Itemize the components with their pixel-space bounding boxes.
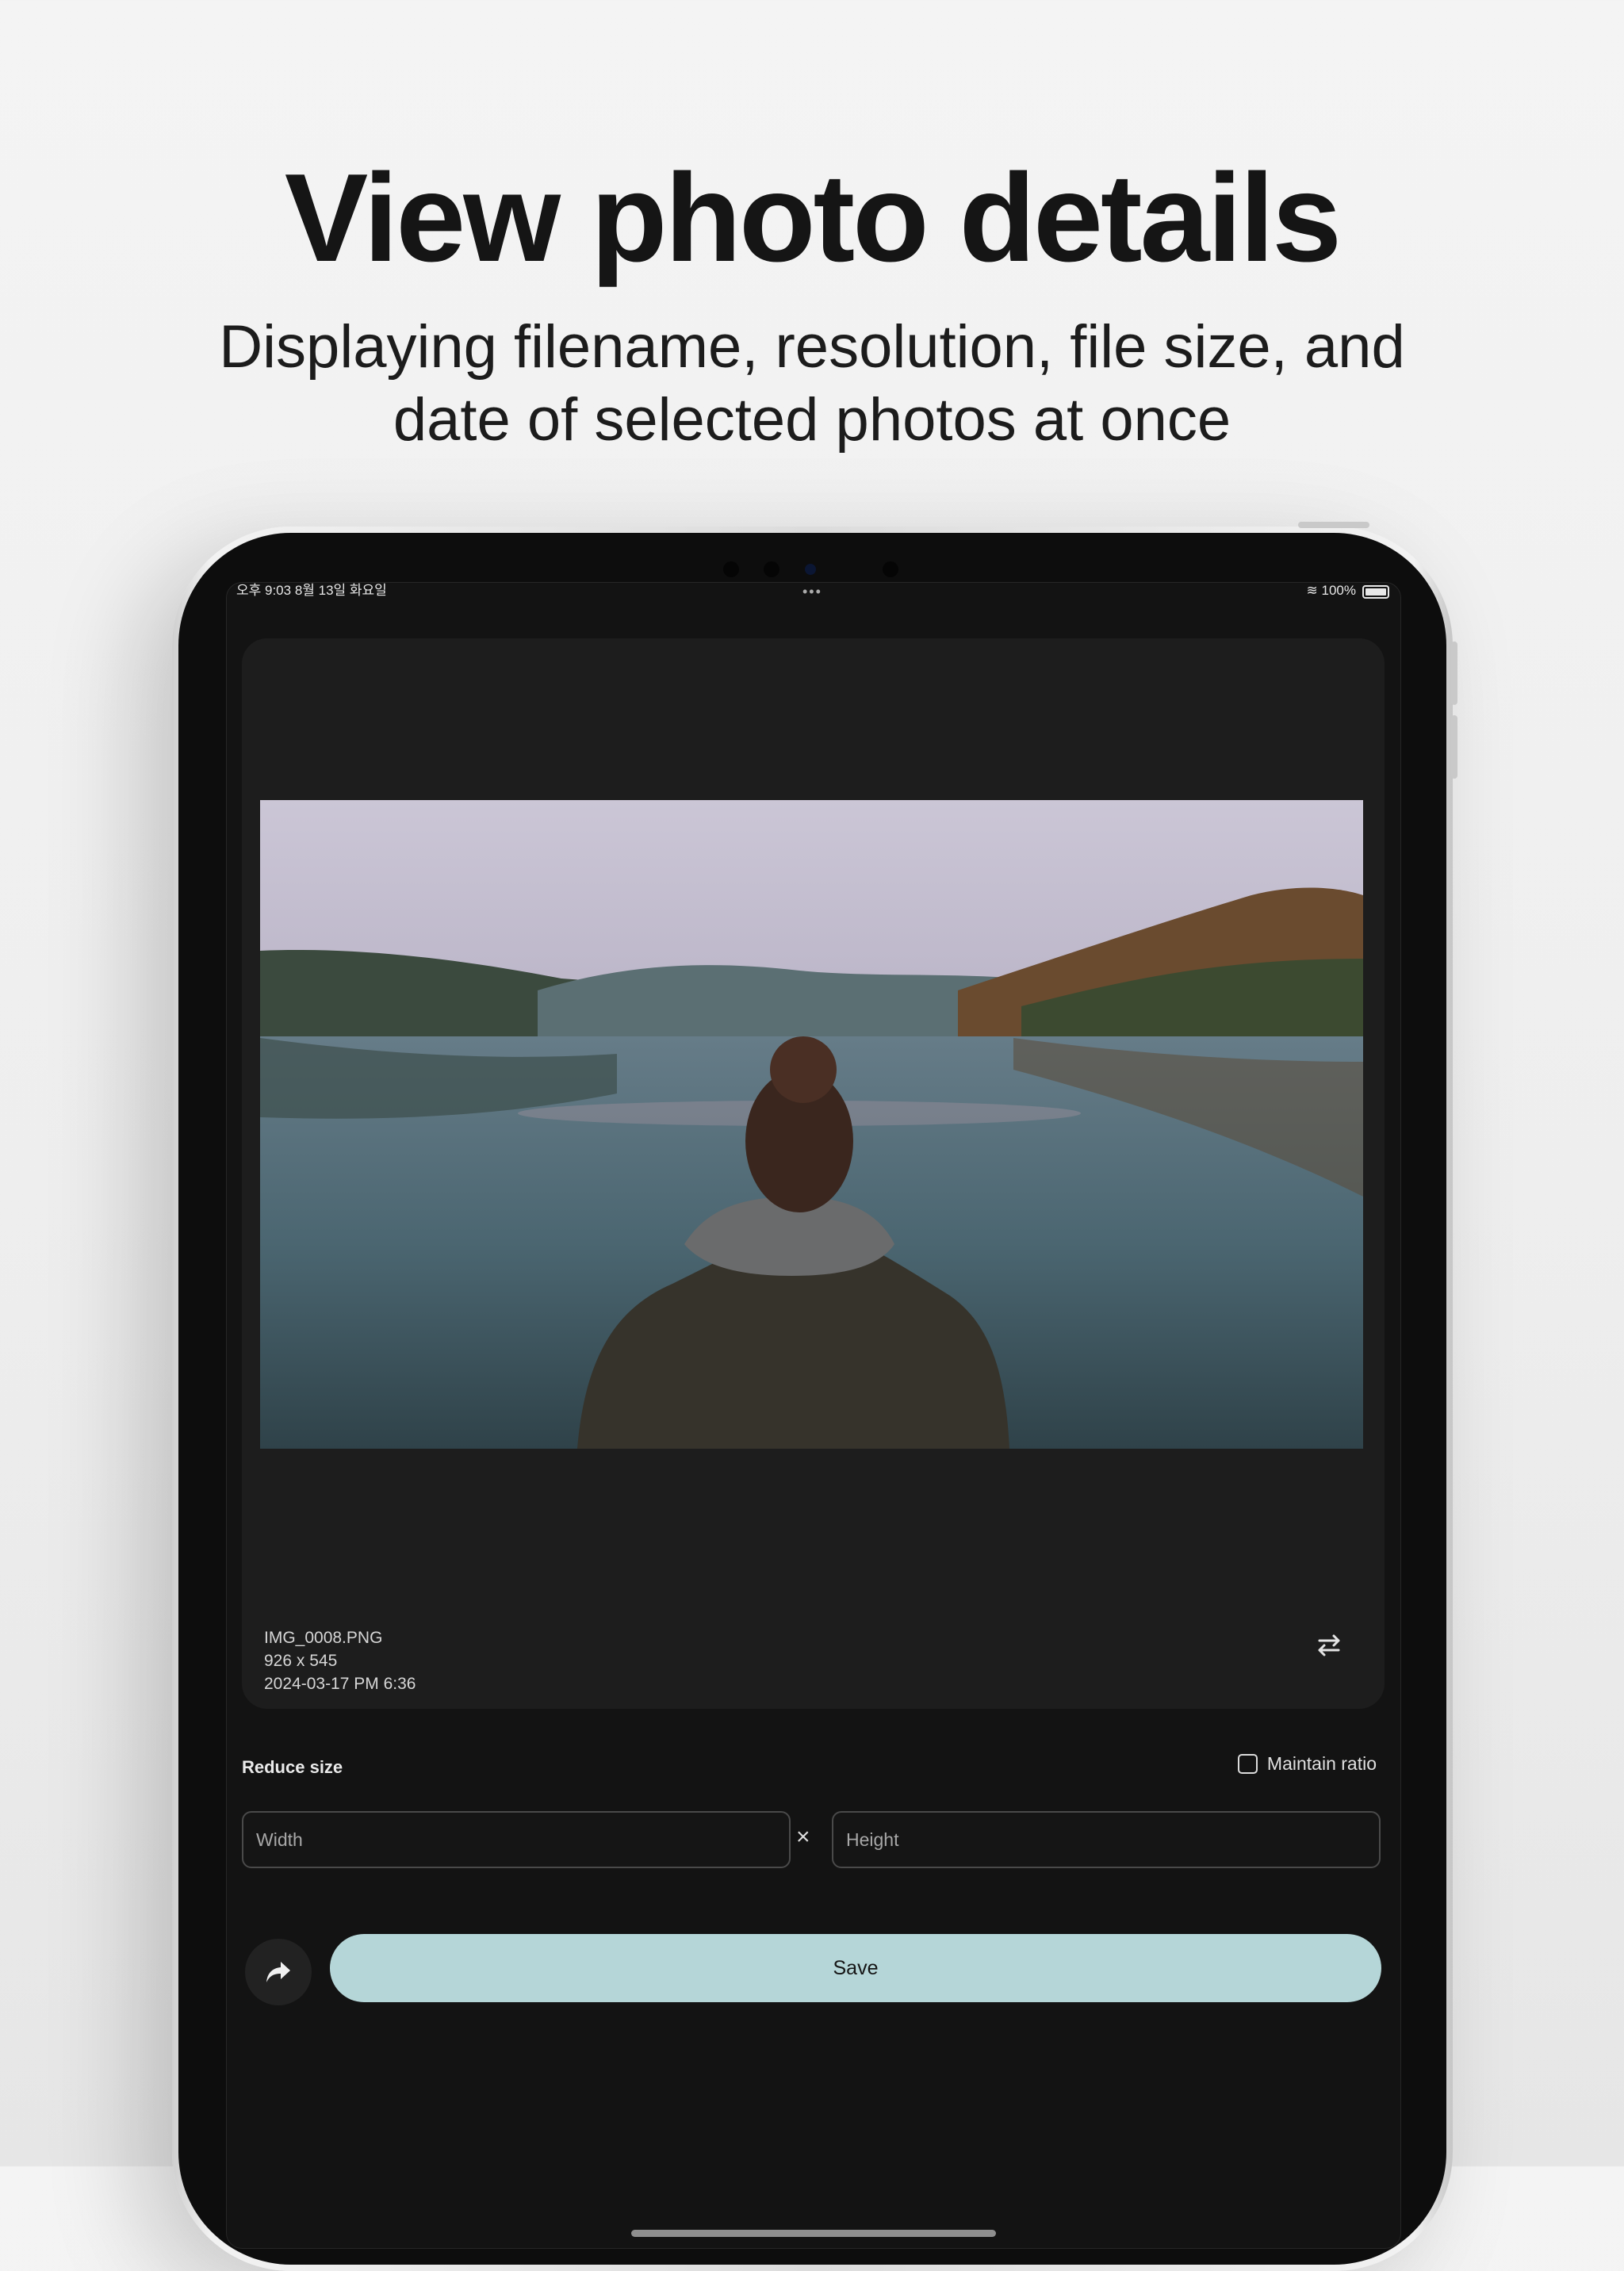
subheadline: Displaying filename, resolution, file si… xyxy=(0,311,1624,457)
landscape-photo-illustration xyxy=(260,800,1363,1449)
checkbox-icon[interactable] xyxy=(1237,1754,1258,1774)
status-time-date: 오후 9:03 8월 13일 화요일 xyxy=(236,583,387,598)
height-input[interactable]: Height xyxy=(832,1811,1381,1868)
share-button[interactable] xyxy=(245,1939,312,2005)
subheadline-line-2: date of selected photos at once xyxy=(393,386,1231,454)
status-battery-percent: ≋ 100% xyxy=(1306,583,1356,598)
tablet-device-frame: 오후 9:03 8월 13일 화요일 ••• ≋ 100% IMG_0008.P… xyxy=(172,522,1457,2271)
app-screen: 오후 9:03 8월 13일 화요일 ••• ≋ 100% IMG_0008.P… xyxy=(226,582,1401,2249)
swap-arrows-icon[interactable] xyxy=(1313,1630,1345,1661)
photo-metadata: IMG_0008.PNG 926 x 545 2024-03-17 PM 6:3… xyxy=(264,1626,416,1695)
top-button xyxy=(1298,522,1369,528)
volume-down-button xyxy=(1451,715,1457,779)
maintain-ratio-label: Maintain ratio xyxy=(1266,1753,1377,1774)
front-camera xyxy=(805,564,816,575)
device-bezel: 오후 9:03 8월 13일 화요일 ••• ≋ 100% IMG_0008.P… xyxy=(178,533,1446,2265)
volume-up-button xyxy=(1451,641,1457,705)
reduce-size-label: Reduce size xyxy=(242,1757,343,1777)
photo-preview-image[interactable] xyxy=(260,800,1363,1449)
wifi-icon: ≋ xyxy=(1306,583,1322,598)
sensor-dot xyxy=(883,561,898,577)
photo-preview-card: IMG_0008.PNG 926 x 545 2024-03-17 PM 6:3… xyxy=(242,638,1385,1709)
dimension-separator: × xyxy=(796,1824,810,1850)
maintain-ratio-checkbox[interactable]: Maintain ratio xyxy=(1237,1753,1377,1775)
headline: View photo details xyxy=(284,148,1342,288)
subheadline-line-1: Displaying filename, resolution, file si… xyxy=(219,313,1405,381)
sensor-dot xyxy=(723,561,739,577)
sensor-dot xyxy=(764,561,779,577)
photo-date: 2024-03-17 PM 6:36 xyxy=(264,1675,416,1693)
width-input[interactable]: Width xyxy=(242,1811,791,1868)
photo-resolution: 926 x 545 xyxy=(264,1652,338,1670)
photo-filename: IMG_0008.PNG xyxy=(264,1629,383,1647)
share-arrow-icon xyxy=(266,1962,290,1982)
save-button[interactable]: Save xyxy=(330,1934,1381,2002)
home-indicator[interactable] xyxy=(631,2230,996,2237)
battery-icon xyxy=(1362,585,1389,599)
multitasking-dots-icon[interactable]: ••• xyxy=(802,584,822,599)
